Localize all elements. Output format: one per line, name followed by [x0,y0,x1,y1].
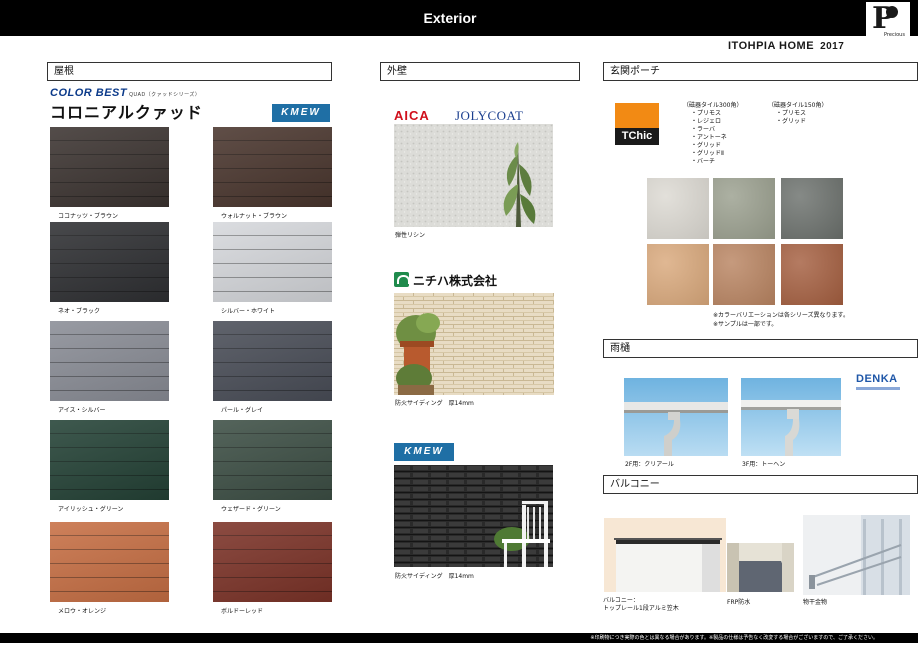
roof-swatch [50,321,169,401]
wall-item2-caption: 防火サイディング 厚14mm [395,400,474,407]
kmew-logo: KMEW [272,104,330,122]
tile-list-300-item: ・アントーネ [691,134,727,141]
colorbest-logo: COLOR BEST QUAD（クァッドシリーズ） [50,87,201,99]
brand-year: 2017 [820,41,845,52]
gutter-item1-caption: 2F用：クリアール [625,461,674,468]
section-gutter: 雨樋 [603,339,918,358]
porch-tile-sample [713,244,775,305]
tile-list-300-item: ・グリッドⅡ [691,150,724,157]
roof-swatch [50,522,169,602]
tile-list-300-item: ・レジェロ [691,118,722,125]
tchic-logo-text: TChic [615,128,659,145]
wall-stucco-photo [394,124,553,227]
section-balcony: バルコニー [603,475,918,494]
balcony-photo-1 [604,518,726,592]
wall-item3-caption: 防火サイディング 厚14mm [395,573,474,580]
section-entrance: 玄関ポーチ [603,62,918,81]
balcony-photo-2 [727,543,794,592]
porch-tile-sample [647,244,709,305]
roof-swatch [213,127,332,207]
roof-product-title: コロニアルクァッド [50,103,203,122]
roof-swatch [213,522,332,602]
porch-tile-sample [713,178,775,239]
roof-swatch-label: アイリッシュ・グリーン [58,506,124,513]
entrance-note-1: ※カラーバリエーションは各シリーズ異なります。 [713,312,849,319]
roof-swatch-label: メロウ・オレンジ [58,608,107,615]
footer-note: ※印刷物につき実際の色とは異なる場合があります。※製品の仕様は予告なく改変する場… [590,635,878,641]
tile-list-300-title: （磁器タイル300角） [683,102,743,109]
roof-swatch-label: ココナッツ・ブラウン [58,213,119,220]
porch-tile-sample [647,178,709,239]
balcony-photo-3 [803,515,910,595]
denka-logo: DENKA [856,373,898,385]
section-wall: 外壁 [380,62,580,81]
balcony-item3-caption: 物干金物 [803,599,828,606]
roof-swatch [50,127,169,207]
brand-name: ITOHPIA HOME 2017 [728,40,845,52]
tile-list-150-item: ・プリモス [776,110,807,117]
balcony-item2-caption: FRP防水 [727,599,751,606]
tile-list-150: （磁器タイル150角） ・プリモス ・グリッド [768,102,827,126]
wall-item1-caption: 弾性リシン [395,232,426,239]
tile-list-300: （磁器タイル300角） ・プリモス ・レジェロ ・ラーバ ・アントーネ ・グリッド ・グリ… [683,102,742,166]
porch-tile-sample [781,178,843,239]
logo-word: Precious [884,32,905,38]
section-roof: 屋根 [47,62,332,81]
roof-swatch [213,321,332,401]
roof-swatch [50,222,169,302]
roof-swatch [50,420,169,500]
page-title: Exterior [423,10,477,26]
roof-swatch [213,420,332,500]
roof-swatch-label: ネオ・ブラック [58,308,101,315]
nichiha-logo: ニチハ株式会社 [413,274,498,288]
jolycoat-logo: JOLYCOAT [455,108,524,123]
tile-list-300-item: ・グリッド [691,142,722,149]
brand-logo: P Precious [866,2,910,42]
entrance-note-2: ※サンプルは一部です。 [713,321,778,328]
roof-swatch-label: シルバー・ホワイト [221,308,276,315]
tile-list-150-item: ・グリッド [776,118,807,125]
kmew-logo-wall: KMEW [394,443,454,461]
tchic-logo: TChic [615,103,659,145]
balcony-item1-caption-2: トップレール1段アルミ笠木 [603,605,679,612]
logo-dot [886,6,898,18]
porch-tile-sample [781,244,843,305]
gutter-photo-2 [741,378,841,456]
roof-swatch-label: パール・グレイ [221,407,264,414]
nichiha-icon [394,272,410,287]
gutter-item2-caption: 3F用：トーヘン [742,461,786,468]
tile-list-150-title: （磁器タイル150角） [768,102,828,109]
wall-dark-siding-photo [394,465,553,567]
roof-swatch-label: ウォルナット・ブラウン [221,213,288,220]
roof-swatch [213,222,332,302]
gutter-photo-1 [624,378,728,456]
roof-swatch-label: ウェザード・グリーン [221,506,281,513]
roof-swatch-label: アイス・シルバー [58,407,106,414]
tile-list-300-item: ・ラーバ [691,126,715,133]
wall-siding-photo [394,293,554,395]
roof-swatch-label: ボルドーレッド [221,608,264,615]
aica-logo: AICA [394,108,430,123]
tile-list-300-item: ・バーチ [691,158,716,165]
denka-logo-underline [856,387,900,390]
tile-list-300-item: ・プリモス [691,110,722,117]
